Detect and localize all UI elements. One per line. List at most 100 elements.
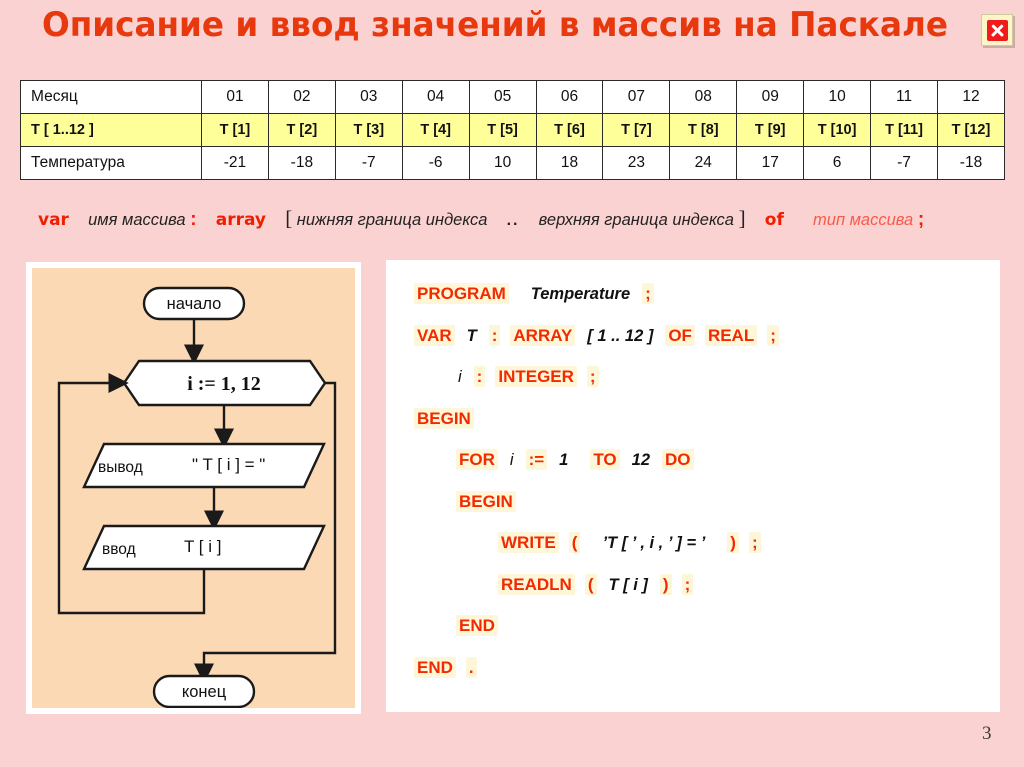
keyword-array: array (215, 210, 266, 230)
code-keyword: ; (586, 366, 599, 387)
code-keyword: ( (568, 532, 581, 553)
pascal-code-panel: PROGRAM Temperature; VAR T: ARRAY [ 1 .. 12 ]… (386, 260, 1000, 712)
lower-bound-placeholder: нижняя граница индекса (296, 211, 488, 229)
code-line: BEGIN (414, 407, 474, 429)
table-cell: 6 (803, 146, 872, 180)
code-keyword: := (525, 449, 548, 470)
code-keyword: ; (642, 283, 654, 304)
table-cell: 07 (602, 80, 671, 114)
table-cell: -21 (201, 146, 269, 180)
table-cell: T [7] (602, 113, 671, 147)
code-line: READLN (T [ i ]); (498, 573, 694, 595)
flow-node-output-label: вывод (98, 459, 143, 476)
table-row-header: Температура (20, 146, 202, 180)
table-cell: -7 (334, 146, 403, 180)
table-cell: 18 (535, 146, 604, 180)
table-cell: T [10] (803, 113, 872, 147)
flowchart-panel: начало i := 1, 12 вывод " T [ i ] = " вв… (26, 262, 361, 714)
table-cell: T [11] (870, 113, 938, 147)
flow-node-start-label: начало (167, 295, 222, 313)
code-identifier: i (509, 451, 514, 469)
table-cell: 01 (201, 80, 269, 114)
code-keyword: END (456, 615, 498, 636)
code-line: FOR i:= 1 TO 12 DO (456, 449, 694, 470)
code-keyword: ) (659, 573, 672, 595)
code-keyword: ) (727, 532, 739, 553)
flow-node-end-label: конец (182, 683, 227, 701)
flow-node-output-value: " T [ i ] = " (192, 455, 265, 474)
code-line: VAR T: ARRAY [ 1 .. 12 ] OF REAL; (414, 324, 779, 346)
table-row-header: T [ 1..12 ] (20, 113, 202, 147)
flowchart-diagram: начало i := 1, 12 вывод " T [ i ] = " вв… (57, 286, 337, 708)
close-icon[interactable] (981, 14, 1013, 46)
flow-node-loop-label: i := 1, 12 (187, 373, 261, 395)
code-identifier: i (458, 368, 462, 386)
code-keyword: TO (590, 449, 620, 470)
range-dots-token: .. (506, 212, 520, 229)
code-identifier: [ 1 .. 12 ] (587, 326, 654, 345)
code-keyword: READLN (498, 573, 575, 595)
table-cell: T [3] (334, 113, 403, 147)
title-bar: Описание и ввод значений в массив на Пас… (0, 0, 1024, 66)
month-temperature-table: Месяц 01 02 03 04 05 06 07 08 09 10 11 12 T [ 1..12 ]… (20, 80, 1006, 180)
table-row: Температура -21 -18 -7 -6 10 18 23 24 17 6 -7 -18 (20, 146, 1006, 180)
keyword-var: var (38, 210, 69, 230)
table-cell: 06 (535, 80, 604, 114)
page-title: Описание и ввод значений в массив на Пас… (41, 5, 949, 45)
page-number: 3 (982, 723, 992, 744)
table-cell: T [9] (736, 113, 805, 147)
array-declaration-syntax: var имя массива : array [ нижняя граница… (38, 206, 1018, 236)
code-identifier: Temperature (530, 285, 631, 303)
code-keyword: ; (767, 324, 779, 346)
table-cell: 02 (267, 80, 336, 114)
code-identifier: 1 (559, 451, 569, 469)
close-x-glyph (986, 19, 1008, 41)
table-cell: -18 (267, 146, 336, 180)
code-line: PROGRAM Temperature; (414, 283, 654, 304)
array-type-placeholder: тип массива (813, 211, 914, 229)
code-keyword: BEGIN (414, 407, 474, 429)
table-cell: T [12] (936, 113, 1006, 147)
flow-node-input-value: T [ i ] (184, 537, 221, 556)
code-keyword: : (473, 366, 486, 387)
code-keyword: : (488, 324, 501, 346)
table-cell: T [8] (669, 113, 738, 147)
code-keyword: ; (681, 573, 694, 595)
bracket-open-token: [ (285, 206, 293, 230)
table-cell: 11 (870, 80, 938, 114)
code-identifier: T (466, 326, 477, 345)
table-cell: -18 (936, 146, 1006, 180)
code-keyword: INTEGER (495, 366, 577, 387)
table-cell: 10 (803, 80, 872, 114)
flow-node-input-label: ввод (102, 541, 136, 558)
table-cell: T [1] (201, 113, 269, 147)
code-keyword: ARRAY (510, 324, 576, 346)
table-cell: -7 (870, 146, 938, 180)
code-line: END (456, 615, 498, 636)
table-cell: 03 (334, 80, 403, 114)
table-cell: 12 (936, 80, 1006, 114)
code-keyword: BEGIN (456, 490, 516, 512)
table-cell: 10 (468, 146, 537, 180)
table-cell: 05 (468, 80, 537, 114)
code-identifier: 12 (631, 451, 651, 469)
bracket-close-token: ] (738, 206, 746, 230)
table-row: Месяц 01 02 03 04 05 06 07 08 09 10 11 12 (20, 80, 1006, 114)
code-keyword: WRITE (498, 532, 559, 553)
table-cell: 17 (736, 146, 805, 180)
code-keyword: PROGRAM (414, 283, 509, 304)
code-keyword: DO (662, 449, 694, 470)
table-cell: T [5] (468, 113, 537, 147)
table-cell: 23 (602, 146, 671, 180)
code-line: i: INTEGER; (456, 366, 599, 387)
semicolon-token: ; (917, 209, 925, 230)
code-identifier: T [ i ] (608, 575, 648, 594)
table-row-header: Месяц (20, 80, 202, 114)
table-cell: T [6] (535, 113, 604, 147)
array-name-placeholder: имя массива (88, 211, 186, 229)
colon-token: : (190, 209, 197, 230)
code-line: BEGIN (456, 490, 516, 512)
table-cell: T [2] (267, 113, 336, 147)
flow-arrow-loop-back (57, 372, 206, 615)
table-cell: 24 (669, 146, 738, 180)
